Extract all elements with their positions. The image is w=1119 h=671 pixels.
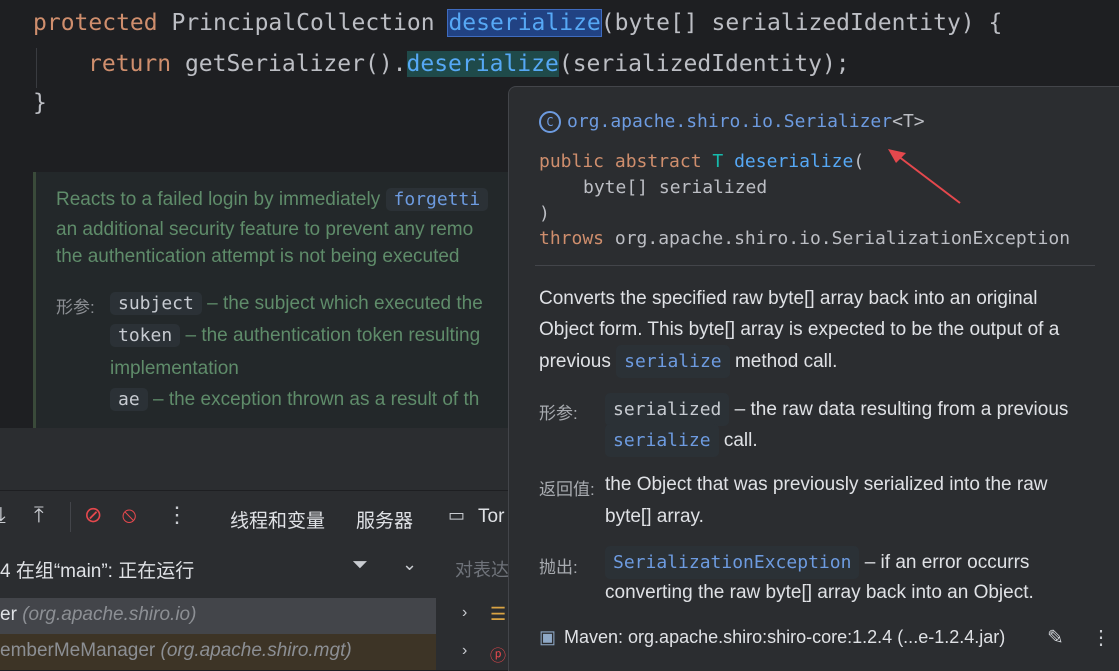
signature-line-1: public abstract T deserialize(	[539, 151, 865, 172]
keyword: return	[88, 51, 172, 77]
description-line: previous serialize method call.	[539, 345, 837, 378]
edit-icon[interactable]: ✎	[1047, 625, 1064, 650]
serialize-link[interactable]: serialize	[605, 424, 719, 457]
javadoc-param-cont: implementation	[110, 358, 239, 379]
exception-link[interactable]: SerializationException	[605, 546, 860, 579]
code-line-2: return getSerializer().deserialize(seria…	[88, 51, 850, 77]
tab-threads-variables[interactable]: 线程和变量	[230, 506, 325, 533]
expand-icon[interactable]: ›	[462, 642, 467, 660]
param-chip: subject	[110, 292, 202, 315]
call-expr: getSerializer().	[184, 51, 407, 77]
method-call-highlighted[interactable]: deserialize	[406, 51, 559, 77]
javadoc-param: ae – the exception thrown as a result of…	[110, 388, 479, 411]
javadoc-line: an additional security feature to preven…	[56, 219, 474, 240]
call-args: (serializedIdentity);	[558, 51, 850, 77]
thread-selector[interactable]: 4 在组“main”: 正在运行 ⏷ ⌄	[0, 546, 436, 590]
throws-label: 抛出:	[539, 558, 578, 577]
annotation-arrow-icon	[888, 149, 961, 204]
throws-desc: converting the raw byte[] array back int…	[605, 582, 1034, 603]
chevron-down-icon[interactable]: ⌄	[402, 554, 417, 575]
indent-guide	[36, 48, 37, 88]
javadoc-param: token – the authentication token resulti…	[110, 324, 480, 347]
params-label: 形参:	[539, 404, 578, 423]
view-breakpoints-icon[interactable]: ⊘	[84, 502, 102, 528]
more-icon[interactable]: ⋮	[166, 502, 188, 528]
inline-javadoc: Reacts to a failed login by immediately …	[33, 172, 516, 428]
code-line-1: protected PrincipalCollection deserializ…	[33, 9, 1003, 37]
thread-status: 4 在组“main”: 正在运行	[0, 561, 195, 582]
filter-icon[interactable]: ⏷	[352, 554, 368, 577]
mute-breakpoints-icon[interactable]: ⦸	[122, 502, 136, 528]
param-desc: serialized – the raw data resulting from…	[605, 393, 1068, 426]
method-params: (byte[] serializedIdentity) {	[600, 10, 1003, 36]
expand-icon[interactable]: ›	[462, 604, 467, 622]
step-out-icon[interactable]: ⤒	[34, 502, 44, 528]
param-chip: token	[110, 324, 181, 347]
frame-item[interactable]: er (org.apache.shiro.io)	[0, 598, 436, 634]
serialize-link[interactable]: serialize	[616, 345, 730, 378]
documentation-popup: Corg.apache.shiro.io.Serializer<T> publi…	[508, 86, 1119, 671]
returns-label: 返回值:	[539, 480, 595, 499]
signature-throws: throws org.apache.shiro.io.Serialization…	[539, 228, 1071, 249]
terminal-icon: ▭	[448, 505, 466, 525]
library-footer[interactable]: ▣ Maven: org.apache.shiro:shiro-core:1.2.…	[539, 627, 1005, 648]
returns-desc: the Object that was previously serialize…	[605, 474, 1048, 495]
frame-item[interactable]: emberMeManager (org.apache.shiro.mgt)	[0, 634, 436, 670]
javadoc-line: Reacts to a failed login by immediately …	[56, 188, 489, 211]
returns-desc: byte[] array.	[605, 506, 704, 527]
more-icon[interactable]: ⋮	[1091, 625, 1111, 650]
throws-desc: SerializationException – if an error occ…	[605, 546, 1029, 579]
return-type: PrincipalCollection	[171, 10, 435, 36]
class-icon: C	[539, 111, 561, 133]
divider	[535, 265, 1095, 266]
step-into-icon[interactable]: ⤓	[0, 502, 6, 528]
folder-icon: ▣	[539, 627, 557, 647]
class-reference[interactable]: Corg.apache.shiro.io.Serializer<T>	[539, 111, 925, 133]
description-line: Converts the specified raw byte[] array …	[539, 288, 1038, 309]
signature-close: )	[539, 203, 550, 224]
description-line: Object form. This byte[] array is expect…	[539, 319, 1060, 340]
param-chip: ae	[110, 388, 148, 411]
javadoc-param: subject – the subject which executed the	[110, 292, 483, 315]
list-icon: ☰	[490, 604, 507, 624]
signature-param: byte[] serialized	[583, 177, 768, 198]
tab-servers[interactable]: 服务器	[356, 506, 413, 533]
param-desc-cont: serialize call.	[605, 424, 758, 457]
keyword: protected	[33, 10, 158, 36]
params-label: 形参:	[56, 298, 95, 317]
code-line-3: }	[33, 90, 47, 116]
tab-terminal[interactable]: Tor	[478, 506, 504, 528]
code-chip: forgetti	[385, 188, 489, 211]
frames-list: er (org.apache.shiro.io) emberMeManager …	[0, 592, 436, 670]
method-name-selected[interactable]: deserialize	[447, 9, 602, 37]
param-chip: serialized	[605, 393, 730, 426]
javadoc-line: the authentication attempt is not being …	[56, 246, 460, 267]
evaluate-input[interactable]: 对表达	[455, 556, 509, 582]
toolbar-divider	[70, 502, 71, 532]
parameter-icon: ⓟ	[490, 648, 507, 665]
